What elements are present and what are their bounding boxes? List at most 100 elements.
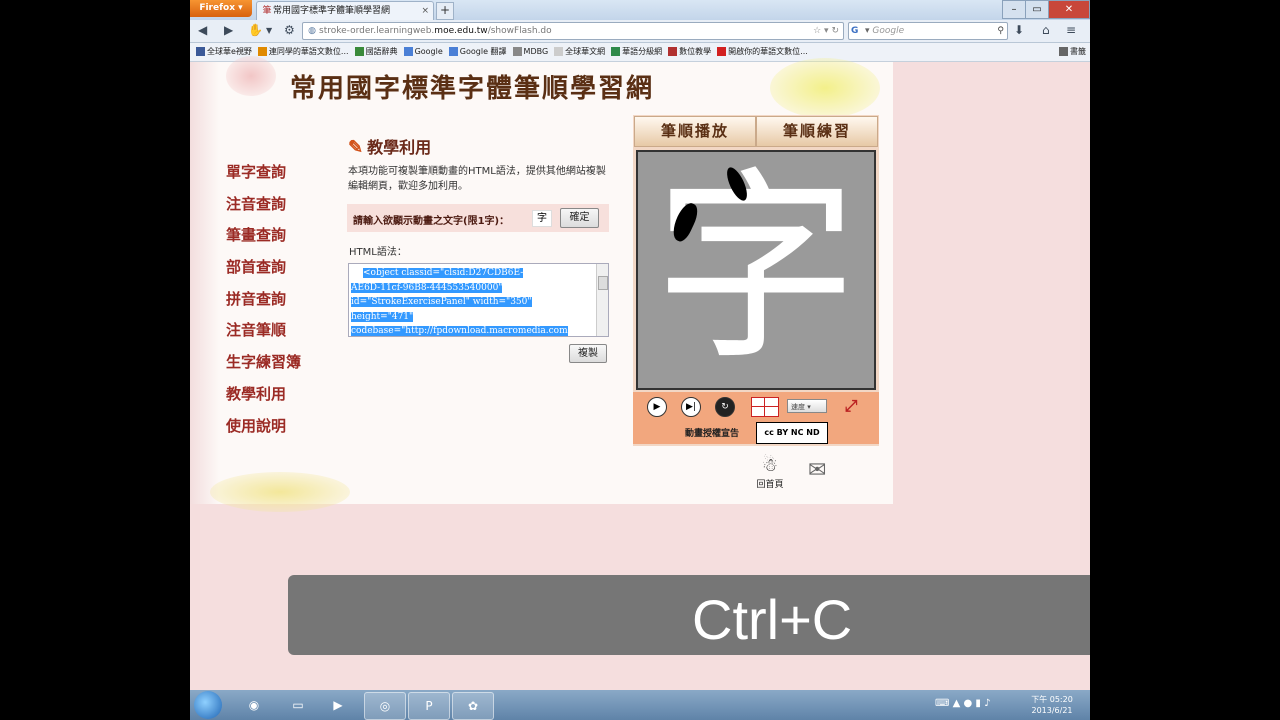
url-dropdown-icon[interactable]: ▾ — [824, 26, 829, 36]
bookmark-favicon-icon — [717, 47, 727, 56]
tab-stroke-practice[interactable]: 筆順練習 — [756, 116, 878, 147]
browser-titlebar: Firefox ▾ 筆常用國字標準字體筆順學習網 × + – ▭ ✕ — [190, 0, 1090, 21]
tray-media-icon[interactable]: ● — [964, 698, 973, 709]
step-forward-icon[interactable]: ▶| — [681, 397, 701, 417]
flower-decoration-icon — [210, 472, 350, 512]
page-background — [893, 62, 1090, 504]
sidebar-item[interactable]: 注音筆順 — [226, 320, 336, 352]
sidebar-item[interactable]: 單字查詢 — [226, 162, 336, 194]
sidebar-item[interactable]: 拼音查詢 — [226, 289, 336, 321]
bookmark-item[interactable]: 國語辭典 — [354, 43, 398, 61]
sidebar-item[interactable]: 部首查詢 — [226, 257, 336, 289]
close-window-button[interactable]: ✕ — [1048, 0, 1090, 19]
volume-icon[interactable]: ♪ — [984, 698, 990, 709]
grid-toggle-icon[interactable] — [751, 397, 779, 417]
fullscreen-icon[interactable]: ⤢ — [839, 397, 863, 415]
sidebar-item[interactable]: 生字練習簿 — [226, 352, 336, 384]
html-code-content: <object classid="clsid:D27CDB6E- AE6D-11… — [351, 266, 591, 336]
tab-stroke-play[interactable]: 筆順播放 — [634, 116, 756, 147]
site-favicon-icon: 筆 — [262, 6, 272, 16]
confirm-button[interactable]: 確定 — [560, 208, 599, 228]
home-label: 回首頁 — [756, 480, 784, 490]
code-line: AE6D-11cf-96B8-444553540000" — [351, 282, 503, 293]
code-scrollbar[interactable] — [596, 264, 608, 336]
new-tab-button[interactable]: + — [436, 2, 454, 20]
sidebar-item[interactable]: 筆畫查詢 — [226, 225, 336, 257]
bookmark-favicon-icon — [403, 47, 413, 56]
clock-date: 2013/6/21 — [1031, 706, 1073, 715]
app-taskbar-icon[interactable]: ✿ — [452, 692, 494, 720]
extension-icon[interactable]: ⚙ — [284, 23, 295, 37]
keyboard-icon[interactable]: ⌨ — [935, 698, 949, 709]
replay-icon[interactable]: ↻ — [715, 397, 735, 417]
minimize-button[interactable]: – — [1002, 0, 1026, 19]
taskbar-clock[interactable]: 下午 05:20 2013/6/21 — [1022, 694, 1082, 716]
explorer-icon[interactable]: ▭ — [278, 692, 318, 718]
firefox-menu-button[interactable]: Firefox ▾ — [190, 0, 252, 17]
stroke-animation-view: 字 — [636, 150, 876, 390]
copy-button[interactable]: 複製 — [569, 344, 607, 363]
powerpoint-icon[interactable]: P — [408, 692, 450, 720]
code-line: <object classid="clsid:D27CDB6E- — [363, 268, 524, 278]
license-label[interactable]: 動畫授權宣告 — [685, 426, 739, 439]
globe-icon: ◍ — [308, 26, 316, 36]
html-code-label: HTML語法： — [349, 247, 407, 258]
bookmark-item[interactable]: 開啟你的華語文數位... — [717, 43, 808, 61]
tab-close-icon[interactable]: × — [421, 2, 429, 20]
system-tray: ⌨ ▲ ● ▮ ♪ — [935, 698, 991, 709]
sidebar-item[interactable]: 教學利用 — [226, 384, 336, 416]
chrome-icon[interactable]: ◉ — [234, 692, 274, 718]
search-box[interactable]: G ▾ Google ⚲ — [848, 22, 1008, 40]
sidebar-item[interactable]: 使用說明 — [226, 416, 336, 448]
bookmark-favicon-icon — [554, 47, 564, 56]
pencil-icon: ✎ — [348, 137, 364, 158]
download-icon[interactable]: ⬇ — [1014, 23, 1024, 37]
addon-icon[interactable]: ✋ — [248, 23, 263, 37]
bookmark-label: 華語分級網 — [622, 47, 663, 56]
scrollbar-thumb[interactable] — [598, 276, 608, 290]
bookmark-favicon-icon — [196, 47, 205, 56]
mail-icon[interactable]: ✉ — [808, 458, 826, 483]
bookmark-item[interactable]: MDBG — [512, 43, 548, 61]
bookmark-item[interactable]: Google — [403, 43, 443, 61]
address-bar[interactable]: ◍ stroke-order.learningweb.moe.edu.tw/sho… — [302, 22, 844, 40]
home-icon[interactable]: ⌂ — [1042, 23, 1050, 37]
search-icon[interactable]: ⚲ — [997, 23, 1004, 39]
bookmark-item[interactable]: 書籤 — [1059, 43, 1086, 61]
network-icon[interactable]: ▮ — [975, 698, 981, 709]
bookmark-label: 國語辭典 — [365, 47, 398, 56]
menu-icon[interactable]: ≡ — [1066, 23, 1076, 37]
bookmark-item[interactable]: 數位教學 — [668, 43, 711, 61]
home-link[interactable]: ☃ 回首頁 — [756, 455, 784, 493]
bookmark-item[interactable]: 連同學的華語文數位... — [257, 43, 349, 61]
animated-character: 字 — [654, 151, 858, 388]
bookmark-favicon-icon — [611, 47, 621, 56]
browser-tab[interactable]: 筆常用國字標準字體筆順學習網 × — [256, 1, 434, 21]
window-controls: – ▭ ✕ — [1002, 0, 1090, 19]
play-icon[interactable]: ▶ — [647, 397, 667, 417]
url-actions: ☆ ▾ ↻ — [813, 23, 839, 39]
creative-commons-badge[interactable]: cc BY NC ND — [756, 422, 828, 444]
reload-icon[interactable]: ↻ — [831, 26, 839, 36]
bookmark-label: 全球華e視野 — [207, 47, 252, 56]
bookmark-star-icon[interactable]: ☆ — [813, 26, 821, 36]
bookmark-item[interactable]: 全球華文網 — [554, 43, 605, 61]
history-dropdown-icon[interactable]: ▼ — [266, 26, 272, 35]
code-line: codebase="http://fpdownload.macromedia.c… — [351, 326, 568, 336]
bookmark-item[interactable]: 華語分級網 — [611, 43, 662, 61]
code-line: id="StrokeExercisePanel" width="350" — [351, 297, 532, 307]
back-arrow-icon[interactable]: ◀ — [198, 23, 207, 37]
start-button[interactable] — [194, 691, 222, 719]
html-code-textarea[interactable]: <object classid="clsid:D27CDB6E- AE6D-11… — [348, 263, 609, 337]
navigation-toolbar: ◀ ▶ ✋ ▼ ⚙ ◍ stroke-order.learningweb.moe.… — [190, 20, 1090, 43]
forward-arrow-icon[interactable]: ▶ — [224, 23, 233, 37]
firefox-taskbar-icon[interactable]: ◎ — [364, 692, 406, 720]
maximize-button[interactable]: ▭ — [1025, 0, 1049, 19]
character-input[interactable]: 字 — [532, 210, 552, 227]
bookmark-item[interactable]: Google 翻譯 — [448, 43, 507, 61]
speed-select[interactable]: 速度 ▾ — [787, 399, 827, 413]
flower-decoration-icon — [770, 58, 880, 118]
windows-taskbar: ◉ ▭ ▶ ◎ P ✿ ⌨ ▲ ● ▮ ♪ 下午 05:20 2013/6/21 — [190, 690, 1090, 720]
media-player-icon[interactable]: ▶ — [318, 692, 358, 718]
sidebar-item[interactable]: 注音查詢 — [226, 194, 336, 226]
